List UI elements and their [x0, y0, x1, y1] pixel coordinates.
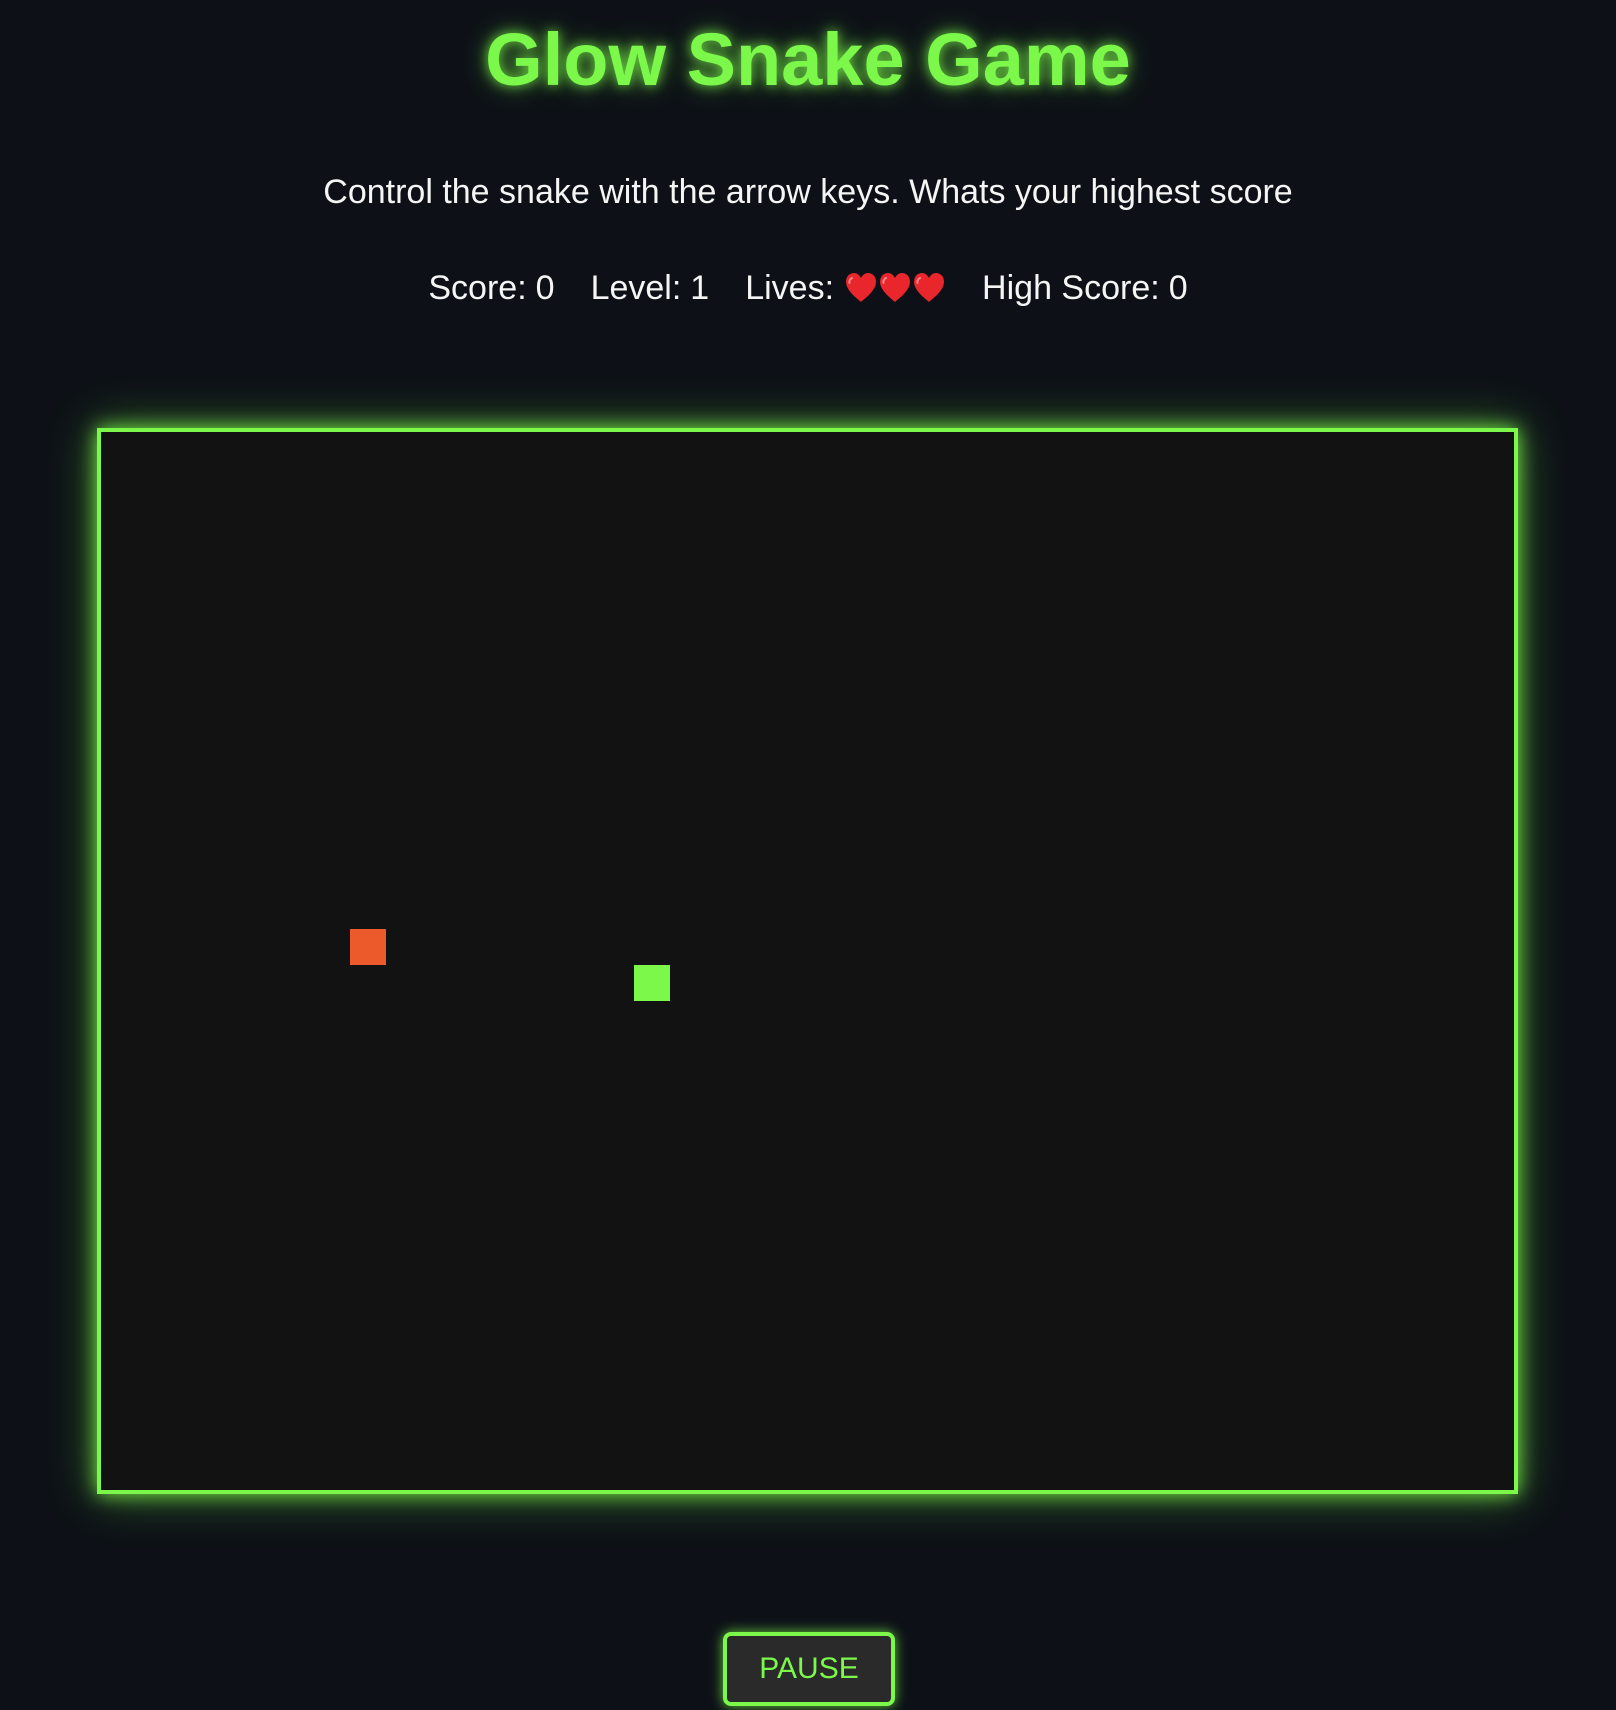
stats-bar: Score: 0 Level: 1 Lives: High Score: 0 — [0, 266, 1616, 310]
heart-icon — [880, 273, 911, 302]
lives-hearts — [844, 272, 946, 304]
high-score-value: 0 — [1168, 269, 1188, 307]
heart-icon — [846, 273, 877, 302]
game-title: Glow Snake Game — [485, 18, 1131, 101]
lives-stat: Lives: — [745, 266, 946, 310]
page: Glow Snake Game Control the snake with t… — [0, 0, 1616, 1710]
high-score-label: High Score: — [982, 269, 1160, 307]
level-value: 1 — [690, 269, 710, 307]
instructions-text: Control the snake with the arrow keys. W… — [323, 173, 1293, 211]
pause-button[interactable]: PAUSE — [723, 1632, 895, 1706]
score-label: Score: — [428, 269, 527, 307]
lives-label: Lives: — [745, 269, 835, 307]
score-stat: Score: 0 — [428, 266, 554, 310]
high-score-stat: High Score: 0 — [982, 266, 1188, 310]
food-cell — [350, 929, 386, 965]
heart-icon — [914, 273, 945, 302]
level-stat: Level: 1 — [591, 266, 710, 310]
game-board[interactable] — [97, 428, 1518, 1494]
score-value: 0 — [535, 269, 555, 307]
level-label: Level: — [590, 269, 682, 307]
snake-head — [634, 965, 670, 1001]
